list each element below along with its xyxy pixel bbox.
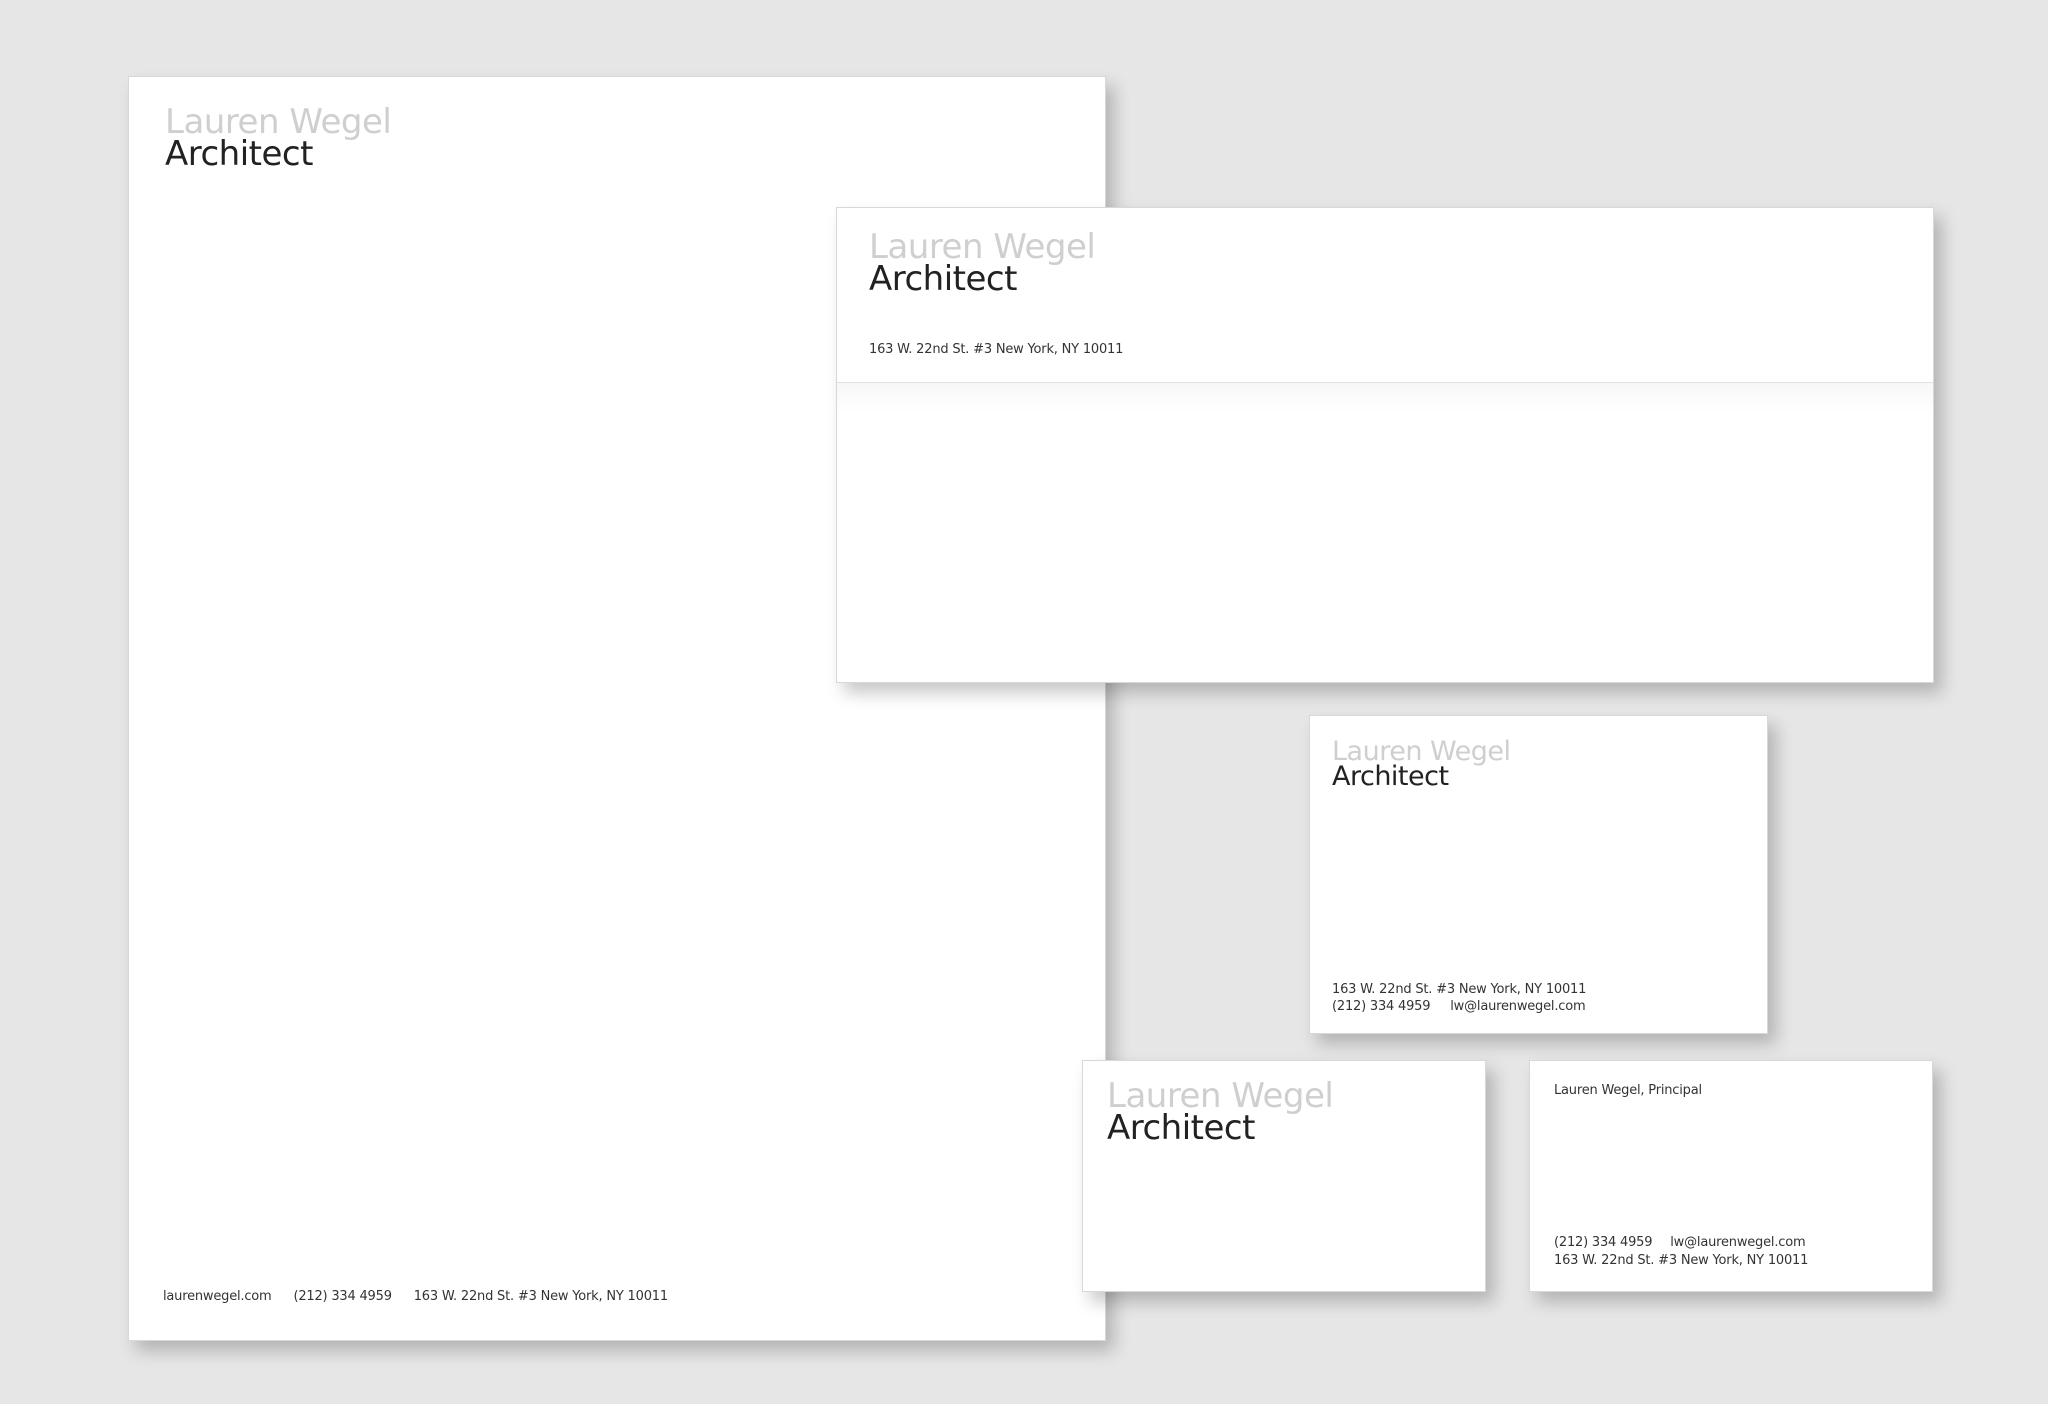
envelope-logo: Lauren Wegel Architect (869, 230, 1096, 299)
notecard: Lauren Wegel Architect 163 W. 22nd St. #… (1309, 715, 1768, 1034)
business-card-back: Lauren Wegel, Principal (212) 334 4959 l… (1529, 1060, 1933, 1292)
card-logo: Lauren Wegel Architect (1107, 1079, 1334, 1148)
letterhead-logo: Lauren Wegel Architect (165, 105, 392, 174)
notecard-address: 163 W. 22nd St. #3 New York, NY 10011 (1332, 982, 1587, 997)
email-text: lw@laurenwegel.com (1450, 999, 1586, 1014)
logo-title: Architect (165, 134, 313, 174)
logo-title: Architect (1332, 761, 1449, 792)
envelope: Lauren Wegel Architect 163 W. 22nd St. #… (836, 207, 1934, 683)
card-person-name: Lauren Wegel, Principal (1554, 1083, 1702, 1098)
notecard-contact: (212) 334 4959 lw@laurenwegel.com (1332, 999, 1601, 1014)
card-address: 163 W. 22nd St. #3 New York, NY 10011 (1554, 1253, 1809, 1268)
phone-text: (212) 334 4959 (1554, 1235, 1653, 1250)
notecard-logo: Lauren Wegel Architect (1332, 738, 1511, 790)
card-contact: (212) 334 4959 lw@laurenwegel.com (1554, 1235, 1819, 1250)
phone-text: (212) 334 4959 (1332, 999, 1431, 1014)
phone-text: (212) 334 4959 (293, 1289, 392, 1304)
business-card-front: Lauren Wegel Architect (1082, 1060, 1486, 1292)
website-text: laurenwegel.com (163, 1289, 272, 1304)
letterhead-footer: laurenwegel.com (212) 334 4959 163 W. 22… (163, 1289, 686, 1304)
logo-title: Architect (869, 259, 1017, 299)
logo-title: Architect (1107, 1108, 1255, 1148)
email-text: lw@laurenwegel.com (1670, 1235, 1806, 1250)
envelope-flap-fold (837, 382, 1933, 413)
envelope-return-address: 163 W. 22nd St. #3 New York, NY 10011 (869, 342, 1124, 357)
address-text: 163 W. 22nd St. #3 New York, NY 10011 (413, 1289, 668, 1304)
